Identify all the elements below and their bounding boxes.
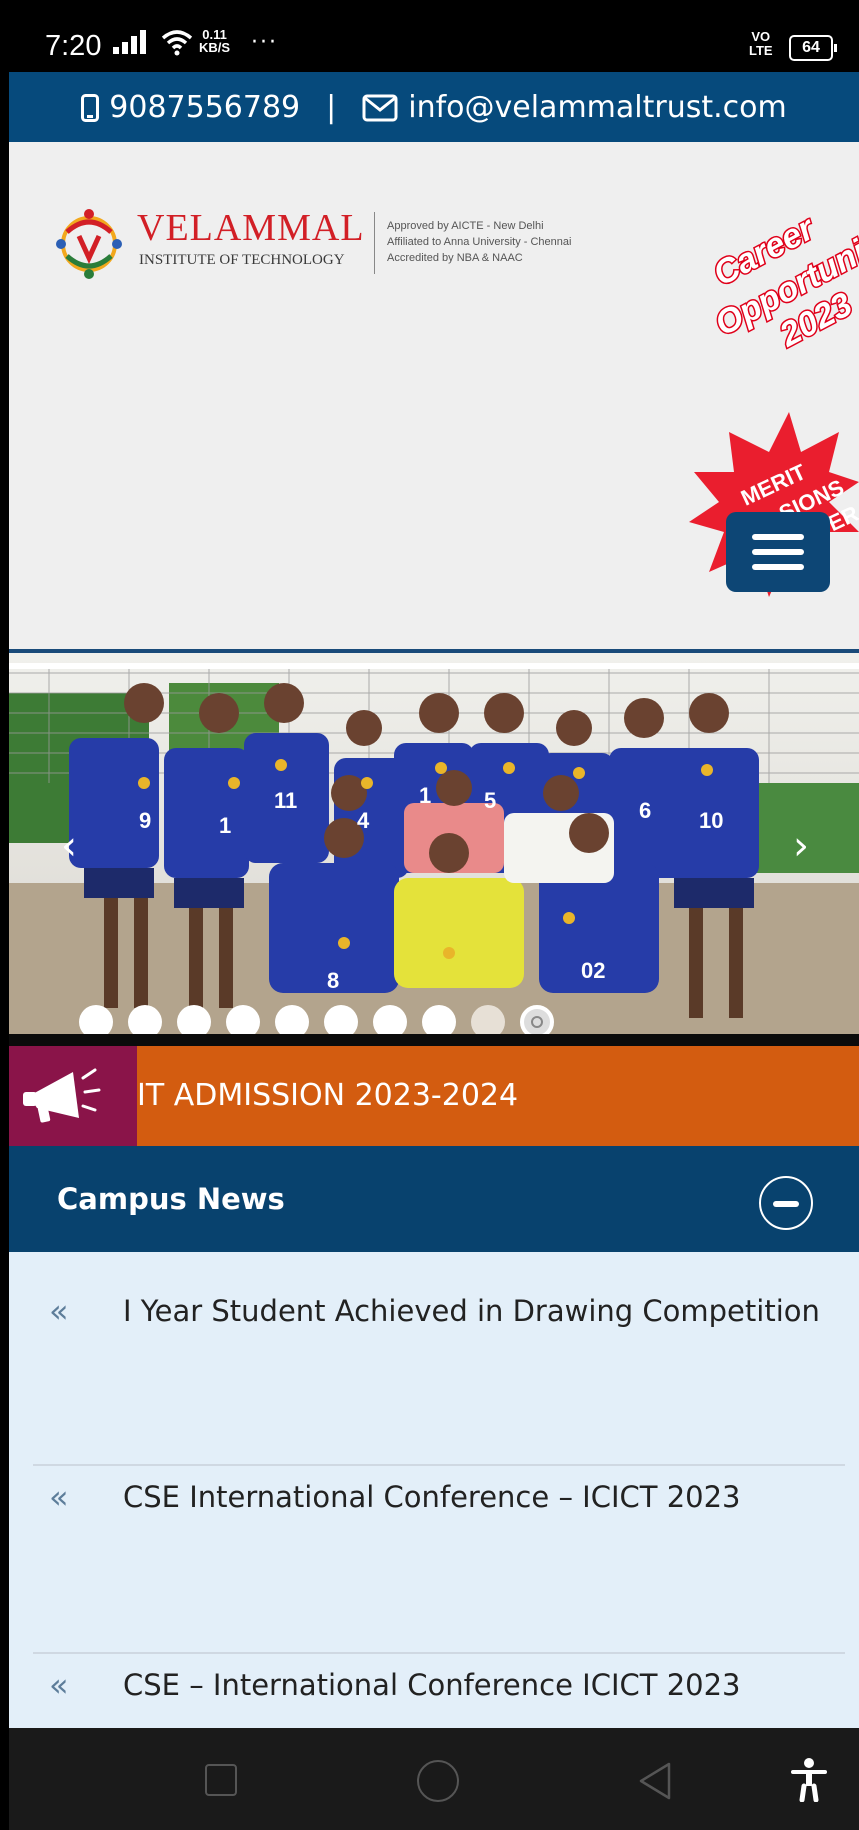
news-item[interactable]: « I Year Student Achieved in Drawing Com… (33, 1292, 833, 1352)
system-navigation-bar (9, 1728, 859, 1830)
carousel-dot[interactable] (471, 1005, 505, 1034)
carousel-next-button[interactable]: › (793, 823, 809, 869)
hamburger-line (752, 534, 804, 540)
team-photo: 9 1 11 1 5 6 10 8 02 4 (9, 653, 859, 1034)
contact-bar: 9087556789 | info@velammaltrust.com (9, 72, 859, 142)
status-time: 7:20 (45, 30, 102, 62)
network-speed-unit: KB/S (199, 40, 231, 55)
hamburger-menu-button[interactable] (726, 512, 830, 592)
carousel-bottom-border (9, 1034, 859, 1046)
jersey-number: 8 (327, 968, 339, 993)
news-item[interactable]: « CSE International Conference – ICICT 2… (33, 1478, 833, 1538)
career-opportunities-badge[interactable]: Career Opportuni 2023 (699, 202, 859, 372)
campus-news-header[interactable]: Campus News (9, 1146, 859, 1252)
carousel-dot[interactable] (324, 1005, 358, 1034)
news-item-text[interactable]: CSE International Conference – ICICT 202… (123, 1480, 741, 1514)
campus-news-list: « I Year Student Achieved in Drawing Com… (9, 1252, 859, 1728)
more-notifications: ··· (251, 30, 278, 55)
carousel-dot[interactable] (373, 1005, 407, 1034)
campus-news-title: Campus News (57, 1182, 285, 1216)
home-icon[interactable] (417, 1760, 459, 1802)
news-item-text[interactable]: I Year Student Achieved in Drawing Compe… (123, 1294, 820, 1328)
back-icon[interactable] (635, 1760, 675, 1802)
envelope-icon (362, 94, 398, 122)
carousel-dot[interactable] (128, 1005, 162, 1034)
jersey-number: 11 (274, 788, 297, 813)
jersey-number: 1 (419, 783, 431, 808)
accreditation-text: Approved by AICTE - New Delhi Affiliated… (387, 218, 571, 266)
news-item[interactable]: « CSE – International Conference ICICT 2… (33, 1666, 833, 1726)
jersey-number: 6 (639, 798, 651, 823)
institute-name[interactable]: VELAMMAL (137, 206, 365, 250)
wifi-icon (161, 30, 193, 56)
battery-indicator: 64 (789, 35, 837, 61)
carousel-dot-active[interactable] (520, 1005, 554, 1034)
carousel-indicators (79, 1005, 554, 1034)
carousel-dot[interactable] (275, 1005, 309, 1034)
app-frame: 7:20 0.11 KB/S ··· VO LTE 64 9087556789 … (9, 0, 859, 1830)
network-speed: 0.11 KB/S (199, 28, 230, 54)
carousel-dot[interactable] (422, 1005, 456, 1034)
mobile-phone-icon (81, 94, 100, 122)
carousel-dot[interactable] (79, 1005, 113, 1034)
double-chevron-left-icon: « (49, 1666, 69, 1704)
volte-top: VO (751, 29, 771, 44)
jersey-number: 9 (139, 808, 151, 833)
jersey-number: 4 (357, 808, 370, 833)
volte-bottom: LTE (749, 43, 773, 58)
volte-indicator: VO LTE (749, 30, 773, 58)
ticker-icon-box (9, 1046, 137, 1146)
news-divider (33, 1464, 845, 1466)
phone-number: 9087556789 (109, 89, 301, 125)
jersey-number: 1 (219, 813, 231, 838)
double-chevron-left-icon: « (49, 1292, 69, 1330)
admission-ticker[interactable]: IT ADMISSION 2023-2024 (9, 1046, 859, 1146)
site-header: VELAMMAL INSTITUTE OF TECHNOLOGY Approve… (9, 142, 859, 649)
accreditation-line: Approved by AICTE - New Delhi (387, 220, 544, 232)
email-address: info@velammaltrust.com (408, 89, 787, 125)
double-chevron-left-icon: « (49, 1478, 69, 1516)
phone-link[interactable]: 9087556789 (81, 90, 300, 125)
news-item-text[interactable]: CSE – International Conference ICICT 202… (123, 1668, 741, 1702)
megaphone-icon (23, 1068, 101, 1123)
hamburger-line (752, 549, 804, 555)
jersey-number: 10 (699, 808, 723, 833)
logo-divider (374, 212, 375, 274)
carousel-dot[interactable] (177, 1005, 211, 1034)
institute-emblem-icon[interactable] (47, 202, 131, 286)
image-carousel[interactable]: 9 1 11 1 5 6 10 8 02 4 ‹ › (9, 653, 859, 1034)
ticker-text[interactable]: IT ADMISSION 2023-2024 (137, 1046, 518, 1146)
accreditation-line: Affiliated to Anna University - Chennai (387, 236, 572, 248)
recent-apps-icon[interactable] (205, 1764, 237, 1796)
status-bar: 7:20 0.11 KB/S ··· VO LTE 64 (9, 0, 859, 72)
jersey-number: 5 (484, 788, 496, 813)
carousel-dot[interactable] (226, 1005, 260, 1034)
hamburger-line (752, 564, 804, 570)
institute-subtitle: INSTITUTE OF TECHNOLOGY (139, 252, 345, 268)
jersey-number: 02 (581, 958, 605, 983)
email-link[interactable]: info@velammaltrust.com (362, 89, 787, 125)
carousel-prev-button[interactable]: ‹ (61, 823, 77, 869)
accessibility-icon[interactable] (791, 1758, 827, 1802)
contact-separator: | (326, 89, 337, 125)
collapse-minus-button[interactable] (759, 1176, 813, 1230)
signal-icon (113, 30, 146, 54)
news-divider (33, 1652, 845, 1654)
accreditation-line: Accredited by NBA & NAAC (387, 252, 523, 264)
